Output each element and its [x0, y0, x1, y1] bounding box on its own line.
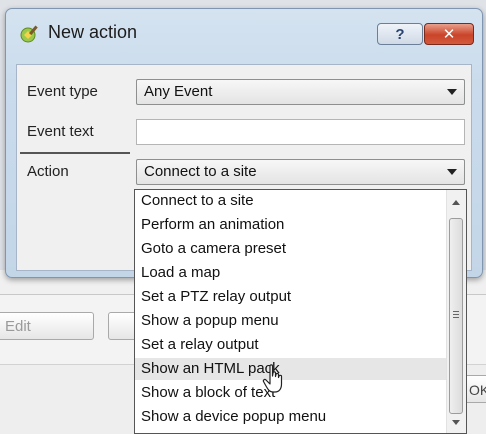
wand-icon — [19, 23, 41, 45]
list-item[interactable]: Connect to a site — [135, 190, 447, 212]
edit-button[interactable]: Edit — [0, 312, 94, 340]
list-item[interactable]: Goto a camera preset — [135, 238, 447, 260]
list-item[interactable]: Show a block of text — [135, 382, 447, 404]
scroll-up-icon[interactable] — [452, 200, 460, 205]
event-type-value: Any Event — [144, 83, 213, 100]
dialog-title: New action — [48, 22, 138, 42]
action-select[interactable]: Connect to a site — [136, 159, 465, 185]
grip-line — [453, 314, 459, 315]
scrollbar-thumb[interactable] — [449, 218, 463, 414]
action-value: Connect to a site — [144, 163, 257, 180]
event-type-label: Event type — [27, 83, 98, 100]
action-label: Action — [27, 163, 69, 180]
list-item[interactable]: Load a map — [135, 262, 447, 284]
chevron-down-icon — [447, 89, 457, 95]
event-text-field[interactable] — [136, 119, 465, 145]
list-item[interactable]: Show a popup menu — [135, 310, 447, 332]
help-button[interactable]: ? — [377, 23, 423, 45]
event-type-select[interactable]: Any Event — [136, 79, 465, 105]
scroll-down-icon[interactable] — [452, 420, 460, 425]
dropdown-scrollbar[interactable] — [446, 190, 466, 433]
grip-line — [453, 311, 459, 312]
separator — [20, 152, 130, 154]
list-item-hovered[interactable]: Show an HTML pack — [135, 358, 447, 380]
list-item[interactable]: Perform an animation — [135, 214, 447, 236]
chevron-down-icon — [447, 169, 457, 175]
action-dropdown-list[interactable]: Connect to a site Perform an animation G… — [134, 189, 467, 434]
close-button[interactable]: ✕ — [424, 23, 474, 45]
list-item[interactable]: Set a relay output — [135, 334, 447, 356]
list-item[interactable]: Show a device popup menu — [135, 406, 447, 428]
hand-cursor-icon — [262, 364, 283, 393]
grip-line — [453, 317, 459, 318]
event-text-label: Event text — [27, 123, 94, 140]
list-item[interactable]: Set a PTZ relay output — [135, 286, 447, 308]
